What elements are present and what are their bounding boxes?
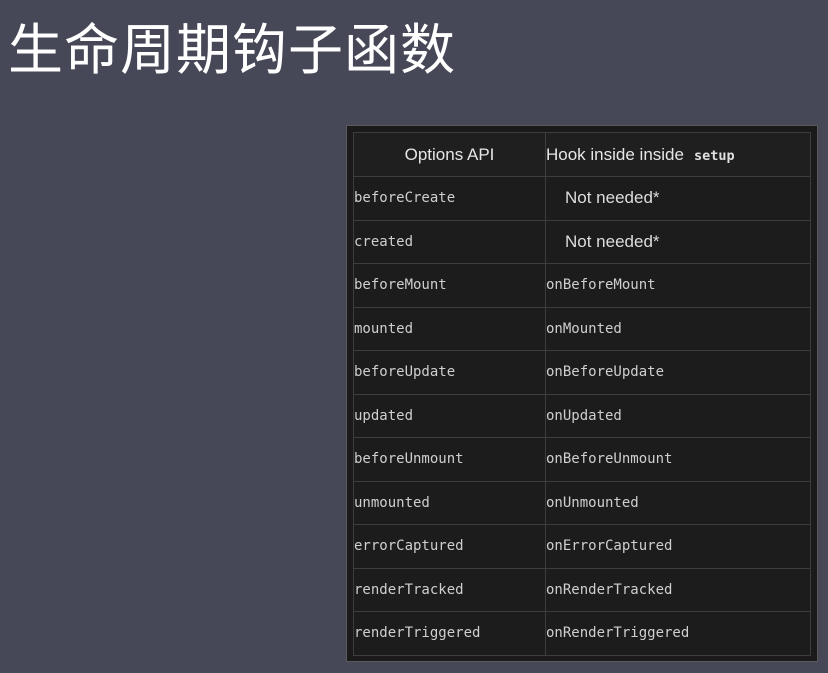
table-row: unmounted onUnmounted — [353, 480, 811, 525]
setup-hook-cell: onUnmounted — [545, 480, 811, 525]
options-api-cell: renderTriggered — [353, 611, 546, 656]
table-row: mounted onMounted — [353, 306, 811, 351]
table-row: renderTriggered onRenderTriggered — [353, 611, 811, 656]
options-api-cell: mounted — [353, 306, 546, 351]
options-api-cell: beforeUnmount — [353, 437, 546, 482]
table-row: beforeCreate Not needed* — [353, 176, 811, 221]
table-body: beforeCreate Not needed* created Not needed… — [353, 176, 811, 656]
setup-hook-cell: onRenderTracked — [545, 567, 811, 612]
table-row: updated onUpdated — [353, 393, 811, 438]
options-api-cell: beforeCreate — [353, 176, 546, 221]
setup-hook-cell: onRenderTriggered — [545, 611, 811, 656]
options-api-cell: beforeMount — [353, 263, 546, 308]
setup-hook-cell: onBeforeUpdate — [545, 350, 811, 395]
table-row: beforeUnmount onBeforeUnmount — [353, 437, 811, 482]
header-hook-code: setup — [693, 147, 735, 164]
options-api-cell: created — [353, 219, 546, 264]
table-row: errorCaptured onErrorCaptured — [353, 524, 811, 569]
table-row: beforeMount onBeforeMount — [353, 263, 811, 308]
header-hook-label: Hook inside inside — [546, 144, 684, 164]
slide-title: 生命周期钩子函数 — [8, 18, 457, 82]
setup-hook-cell: onBeforeMount — [545, 263, 811, 308]
lifecycle-hooks-table: Options API Hook inside inside setup befo… — [353, 132, 811, 656]
table-row: renderTracked onRenderTracked — [353, 567, 811, 612]
setup-hook-cell: onMounted — [545, 306, 811, 351]
options-api-cell: updated — [353, 393, 546, 438]
setup-hook-cell: onErrorCaptured — [545, 524, 811, 569]
options-api-cell: beforeUpdate — [353, 350, 546, 395]
setup-hook-cell: Not needed* — [545, 219, 811, 264]
header-hook: Hook inside inside setup — [545, 132, 811, 177]
table-row: beforeUpdate onBeforeUpdate — [353, 350, 811, 395]
header-options-api: Options API — [353, 132, 546, 177]
setup-hook-cell: Not needed* — [545, 176, 811, 221]
table-header-row: Options API Hook inside inside setup — [353, 132, 811, 177]
setup-hook-cell: onUpdated — [545, 393, 811, 438]
lifecycle-table-panel: Options API Hook inside inside setup befo… — [346, 125, 818, 662]
table-row: created Not needed* — [353, 219, 811, 264]
options-api-cell: errorCaptured — [353, 524, 546, 569]
options-api-cell: unmounted — [353, 480, 546, 525]
setup-hook-cell: onBeforeUnmount — [545, 437, 811, 482]
options-api-cell: renderTracked — [353, 567, 546, 612]
